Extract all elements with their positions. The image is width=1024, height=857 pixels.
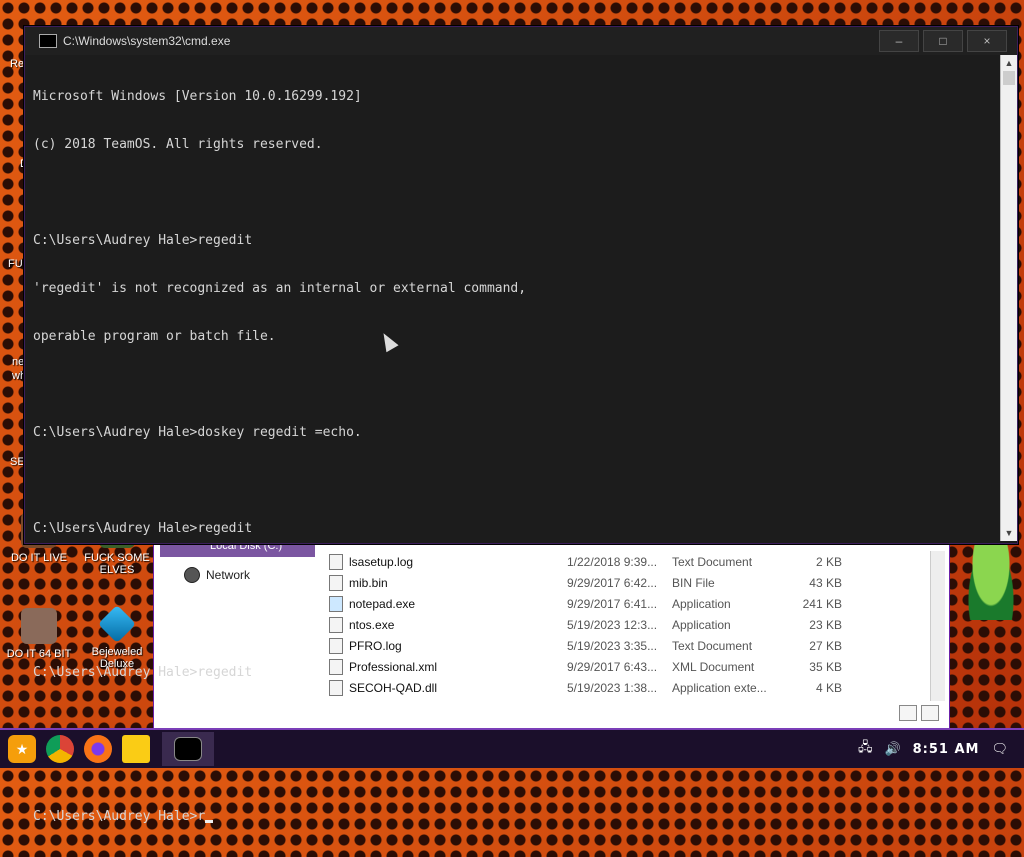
cmd-icon (39, 34, 57, 48)
scroll-up-icon[interactable]: ▲ (1001, 55, 1017, 71)
console-current-input[interactable]: C:\Users\Audrey Hale>r (33, 809, 205, 824)
desktop-label-partial: ne (12, 356, 25, 368)
scroll-down-icon[interactable]: ▼ (1001, 525, 1017, 541)
firefox-icon[interactable] (84, 735, 112, 763)
close-button[interactable]: × (967, 30, 1007, 52)
volume-icon[interactable]: 🔊 (884, 741, 900, 757)
system-tray: 🖧 🔊 8:51 AM 🗨 (858, 738, 1008, 760)
cmd-titlebar[interactable]: C:\Windows\system32\cmd.exe – □ × (25, 27, 1017, 55)
clock[interactable]: 8:51 AM (913, 742, 980, 757)
window-title: C:\Windows\system32\cmd.exe (63, 34, 231, 48)
console-prompt-line[interactable]: C:\Users\Audrey Hale>r (33, 809, 993, 825)
file-explorer-icon[interactable] (122, 735, 150, 763)
taskbar: ★ 🖧 🔊 8:51 AM 🗨 (0, 728, 1024, 768)
notification-icon[interactable]: 🗨 (991, 741, 1008, 757)
text-caret (205, 820, 214, 823)
console-line: operable program or batch file. (33, 329, 276, 344)
cmd-icon (174, 737, 202, 761)
console-line: (c) 2018 TeamOS. All rights reserved. (33, 137, 323, 152)
console-line: Microsoft Windows [Version 10.0.16299.19… (33, 89, 362, 104)
console-line: C:\Users\Audrey Hale>regedit (33, 665, 253, 680)
console-line: C:\Users\Audrey Hale>regedit (33, 233, 253, 248)
console-line: 'regedit' is not recognized as an intern… (33, 281, 527, 296)
taskbar-cmd-button[interactable] (162, 732, 214, 766)
cmd-window[interactable]: C:\Windows\system32\cmd.exe – □ × Micros… (24, 26, 1018, 824)
network-icon[interactable]: 🖧 (858, 738, 873, 760)
minimize-button[interactable]: – (879, 30, 919, 52)
console-scrollbar[interactable]: ▲ ▼ (1000, 55, 1017, 541)
start-button[interactable]: ★ (8, 735, 36, 763)
desktop-label-partial: Re (10, 58, 25, 70)
console-line: C:\Users\Audrey Hale>doskey regedit =ech… (33, 425, 362, 440)
maximize-button[interactable]: □ (923, 30, 963, 52)
console-output[interactable]: Microsoft Windows [Version 10.0.16299.19… (33, 57, 993, 824)
chrome-icon[interactable] (46, 735, 74, 763)
scroll-thumb[interactable] (1003, 71, 1015, 85)
desktop-label-partial: SE (10, 456, 25, 468)
console-line: C:\Users\Audrey Hale>regedit (33, 521, 253, 536)
